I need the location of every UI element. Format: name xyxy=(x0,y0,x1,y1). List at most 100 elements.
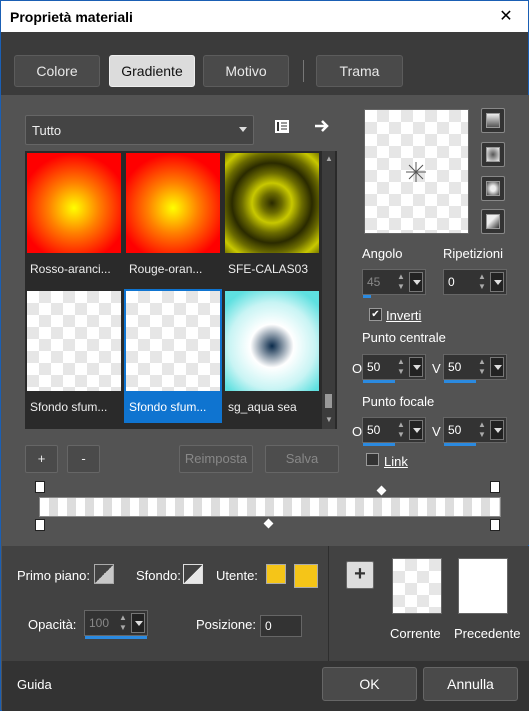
gradient-item-selected[interactable]: Sfondo sfum... xyxy=(124,289,222,423)
opacity-slider[interactable] xyxy=(85,636,147,639)
save-button[interactable]: Salva xyxy=(265,445,339,473)
center-o-label: O xyxy=(352,361,363,376)
tab-colore[interactable]: Colore xyxy=(14,55,100,87)
spin-icon[interactable]: ▲ ▼ xyxy=(476,357,488,377)
gradient-item[interactable]: sg_aqua sea xyxy=(223,289,321,423)
ok-button[interactable]: OK xyxy=(322,667,417,701)
tab-motivo[interactable]: Motivo xyxy=(203,55,289,87)
foreground-swatch[interactable] xyxy=(94,564,114,584)
invert-label[interactable]: Inverti xyxy=(386,308,421,323)
angle-value: 45 xyxy=(367,275,381,289)
spin-icon[interactable]: ▲ ▼ xyxy=(476,420,488,440)
center-o-value: 50 xyxy=(367,360,381,374)
dropdown-icon[interactable] xyxy=(490,420,504,440)
user-swatch[interactable] xyxy=(294,564,318,588)
add-to-swatches-button[interactable]: + xyxy=(346,561,374,589)
scroll-down-icon[interactable]: ▼ xyxy=(325,415,333,424)
opacity-input[interactable]: 100 ▲ ▼ xyxy=(84,610,148,639)
center-v-label: V xyxy=(432,361,441,376)
center-o-input[interactable]: 50 ▲ ▼ xyxy=(362,354,426,383)
gradient-list: Rosso-aranci... Rouge-oran... SFE-CALAS0… xyxy=(25,151,337,429)
color-stop-left[interactable] xyxy=(35,519,45,531)
spin-icon[interactable]: ▲ ▼ xyxy=(395,357,407,377)
background-label: Sfondo: xyxy=(136,568,181,583)
tab-bar: Colore Gradiente Motivo Trama xyxy=(1,32,528,95)
focal-v-slider[interactable] xyxy=(444,443,476,446)
chevron-down-icon xyxy=(239,127,247,132)
opacity-stop-left[interactable] xyxy=(35,481,45,493)
dropdown-icon[interactable] xyxy=(409,357,423,377)
current-label: Corrente xyxy=(390,626,441,641)
gradient-item[interactable]: Sfondo sfum... xyxy=(25,289,123,423)
cancel-button[interactable]: Annulla xyxy=(423,667,518,701)
background-swatch[interactable] xyxy=(183,564,203,584)
repeats-label: Ripetizioni xyxy=(443,246,503,261)
user-swatch-small[interactable] xyxy=(266,564,286,584)
gradient-swatch xyxy=(126,153,220,253)
focal-point-icon[interactable] xyxy=(405,161,427,183)
repeats-input[interactable]: 0 ▲ ▼ xyxy=(443,269,507,295)
close-icon[interactable]: ✕ xyxy=(484,1,528,32)
center-v-slider[interactable] xyxy=(444,380,476,383)
category-value: Tutto xyxy=(32,123,62,138)
center-o-slider[interactable] xyxy=(363,380,395,383)
center-point-label: Punto centrale xyxy=(362,330,446,345)
gradient-editor-bar[interactable] xyxy=(39,497,501,517)
spin-icon[interactable]: ▲ ▼ xyxy=(117,613,129,633)
current-preview xyxy=(392,558,442,614)
angle-input[interactable]: 45 ▲ ▼ xyxy=(362,269,426,298)
gradient-label: sg_aqua sea xyxy=(228,400,297,414)
help-link[interactable]: Guida xyxy=(17,677,52,692)
gradient-preview[interactable] xyxy=(364,109,469,234)
gradient-item[interactable]: Rouge-oran... xyxy=(124,151,222,285)
title-bar: Proprietà materiali ✕ xyxy=(1,1,528,32)
arrow-right-icon[interactable] xyxy=(314,119,330,133)
position-input[interactable]: 0 xyxy=(260,615,302,637)
add-gradient-button[interactable]: + xyxy=(25,445,58,473)
scroll-up-icon[interactable]: ▲ xyxy=(325,154,333,163)
gradient-item[interactable]: SFE-CALAS03 xyxy=(223,151,321,285)
spin-icon[interactable]: ▲ ▼ xyxy=(395,272,407,292)
center-v-input[interactable]: 50 ▲ ▼ xyxy=(443,354,507,383)
dropdown-icon[interactable] xyxy=(409,420,423,440)
radial-style-button[interactable] xyxy=(481,209,505,234)
remove-gradient-button[interactable]: - xyxy=(67,445,100,473)
tab-gradiente[interactable]: Gradiente xyxy=(109,55,195,87)
linear-style-button[interactable] xyxy=(481,108,505,133)
opacity-value: 100 xyxy=(89,616,110,630)
scroll-thumb[interactable] xyxy=(325,394,332,408)
gradient-label: Rouge-oran... xyxy=(129,262,203,276)
dropdown-icon[interactable] xyxy=(490,357,504,377)
gradient-label: Sfondo sfum... xyxy=(30,400,108,414)
opacity-stop-right[interactable] xyxy=(490,481,500,493)
opacity-label: Opacità: xyxy=(28,617,77,632)
user-label: Utente: xyxy=(216,568,258,583)
link-checkbox[interactable] xyxy=(366,453,379,466)
focal-v-input[interactable]: 50 ▲ ▼ xyxy=(443,417,507,446)
category-dropdown[interactable]: Tutto xyxy=(25,115,254,145)
gradient-item[interactable]: Rosso-aranci... xyxy=(25,151,123,285)
spin-icon[interactable]: ▲ ▼ xyxy=(476,272,488,292)
book-icon[interactable] xyxy=(274,119,290,134)
rectangular-style-button[interactable] xyxy=(481,142,505,167)
materials-dialog: Proprietà materiali ✕ Colore Gradiente M… xyxy=(0,0,529,711)
link-label[interactable]: Link xyxy=(384,454,408,469)
gradient-swatch xyxy=(225,291,319,391)
gradient-swatch xyxy=(126,291,220,391)
gradient-list-scrollbar[interactable]: ▲ ▼ xyxy=(322,151,335,429)
tab-trama[interactable]: Trama xyxy=(316,55,403,87)
invert-checkbox[interactable]: ✔ xyxy=(369,308,382,321)
color-stop-right[interactable] xyxy=(490,519,500,531)
spin-icon[interactable]: ▲ ▼ xyxy=(395,420,407,440)
reset-button[interactable]: Reimposta xyxy=(179,445,253,473)
gradient-label: SFE-CALAS03 xyxy=(228,262,309,276)
sunburst-style-button[interactable] xyxy=(481,176,505,201)
dropdown-icon[interactable] xyxy=(490,272,504,292)
dropdown-icon[interactable] xyxy=(409,272,423,292)
focal-o-input[interactable]: 50 ▲ ▼ xyxy=(362,417,426,446)
focal-o-label: O xyxy=(352,424,363,439)
dropdown-icon[interactable] xyxy=(131,613,145,633)
previous-label: Precedente xyxy=(454,626,521,641)
focal-o-slider[interactable] xyxy=(363,443,395,446)
angle-slider[interactable] xyxy=(363,295,371,298)
